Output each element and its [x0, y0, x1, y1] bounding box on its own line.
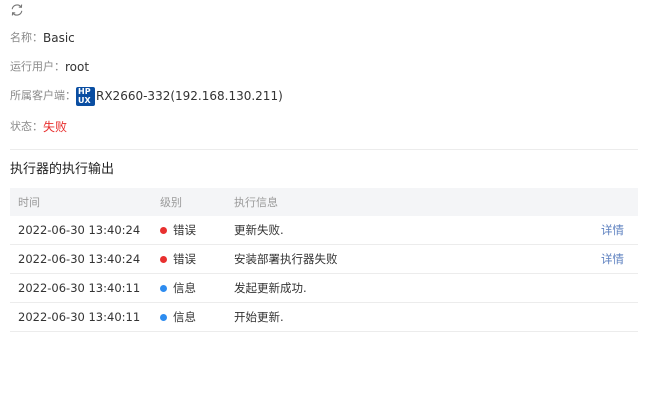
table-header: 时间 级别 执行信息 [10, 188, 638, 216]
section-title: 执行器的执行输出 [10, 162, 115, 177]
status-label: 状态： [10, 120, 43, 133]
client-value: RX2660-332(192.168.130.211) [96, 89, 283, 103]
table-row: 2022-06-30 13:40:24 错误 安装部署执行器失败 详情 [10, 245, 638, 274]
level-dot-icon [160, 313, 167, 321]
table-row: 2022-06-30 13:40:11 信息 开始更新. [10, 303, 638, 332]
execution-output-table: 时间 级别 执行信息 2022-06-30 13:40:24 错误 更新失败. 详情 2… [10, 188, 638, 332]
header-level: 级别 [160, 196, 182, 209]
details-link[interactable]: 详情 [588, 251, 638, 267]
level-text: 信息 [173, 310, 196, 324]
level-text: 信息 [173, 281, 196, 295]
hp-ux-logo-icon: HP UX [76, 86, 95, 106]
level-dot-icon [160, 255, 167, 263]
section-divider [10, 149, 638, 150]
row-message: 安装部署执行器失败 [234, 252, 338, 266]
row-level: 信息 [160, 309, 234, 325]
status-value: 失败 [43, 120, 68, 134]
user-row: 运行用户： root [10, 59, 89, 75]
table-row: 2022-06-30 13:40:24 错误 更新失败. 详情 [10, 216, 638, 245]
user-value: root [65, 60, 90, 74]
user-label: 运行用户： [10, 60, 65, 73]
level-text: 错误 [173, 223, 196, 237]
name-row: 名称： Basic [10, 30, 75, 46]
level-text: 错误 [173, 252, 196, 266]
status-row: 状态： 失败 [10, 119, 67, 135]
table-row: 2022-06-30 13:40:11 信息 发起更新成功. [10, 274, 638, 303]
name-value: Basic [43, 31, 75, 45]
client-row: 所属客户端： HP UX RX2660-332(192.168.130.211) [10, 86, 283, 106]
client-label: 所属客户端： [10, 89, 76, 102]
row-message: 更新失败. [234, 223, 284, 237]
row-time: 2022-06-30 13:40:24 [18, 252, 141, 266]
table-body: 2022-06-30 13:40:24 错误 更新失败. 详情 2022-06-30 1… [10, 216, 638, 332]
row-level: 错误 [160, 251, 234, 267]
row-time: 2022-06-30 13:40:11 [18, 310, 141, 324]
row-message: 开始更新. [234, 310, 284, 324]
row-message: 发起更新成功. [234, 281, 307, 295]
level-dot-icon [160, 226, 167, 234]
row-level: 信息 [160, 280, 234, 296]
level-dot-icon [160, 284, 167, 292]
name-label: 名称： [10, 31, 43, 44]
header-message: 执行信息 [234, 196, 278, 209]
row-time: 2022-06-30 13:40:11 [18, 281, 141, 295]
details-link[interactable]: 详情 [588, 222, 638, 238]
row-level: 错误 [160, 222, 234, 238]
header-time: 时间 [18, 196, 40, 209]
refresh-icon[interactable] [10, 3, 24, 17]
row-time: 2022-06-30 13:40:24 [18, 223, 141, 237]
